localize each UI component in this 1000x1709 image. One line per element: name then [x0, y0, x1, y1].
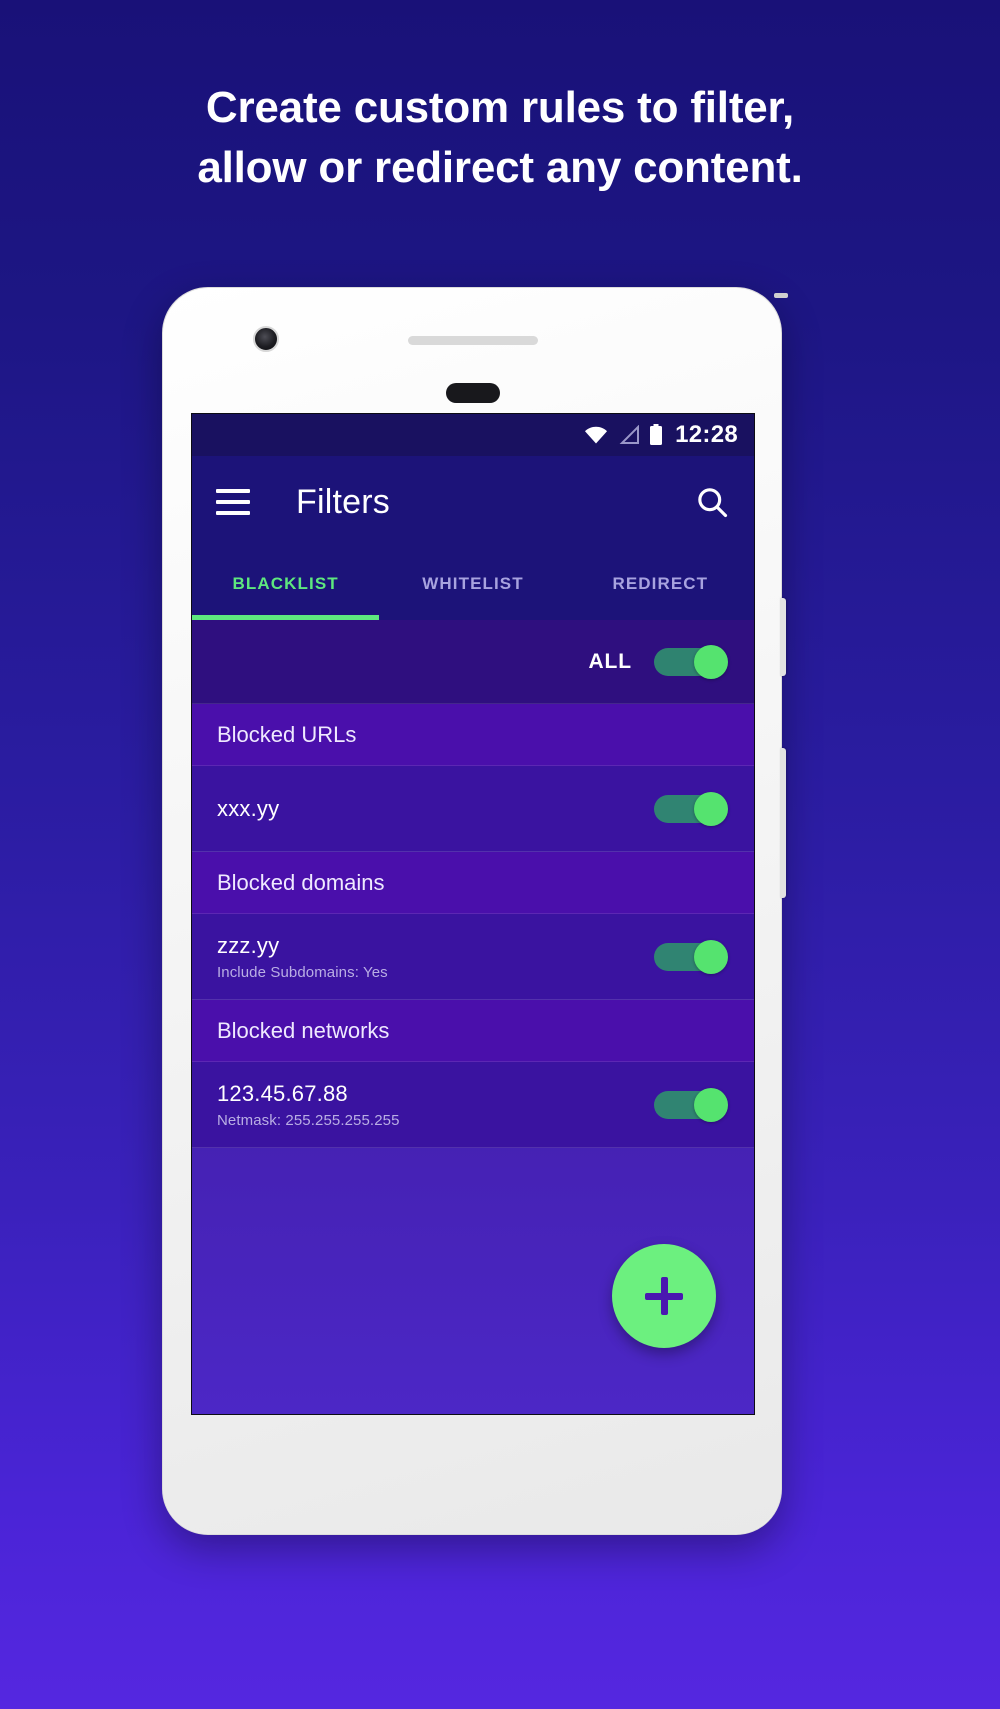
- section-header-blocked-domains: Blocked domains: [192, 852, 754, 914]
- toggle-thumb: [694, 791, 728, 826]
- plus-icon-bar: [645, 1292, 683, 1300]
- list-item-toggle[interactable]: [654, 1087, 728, 1122]
- battery-icon: [650, 424, 663, 445]
- list-item-toggle[interactable]: [654, 939, 728, 974]
- all-filters-row[interactable]: ALL: [192, 620, 754, 704]
- tab-whitelist[interactable]: WHITELIST: [379, 548, 566, 620]
- status-bar-time: 12:28: [675, 421, 738, 448]
- tab-blacklist[interactable]: BLACKLIST: [192, 548, 379, 620]
- list-item-title: xxx.yy: [217, 795, 280, 821]
- toggle-thumb: [694, 1087, 728, 1122]
- list-item[interactable]: 123.45.67.88 Netmask: 255.255.255.255: [192, 1062, 754, 1148]
- add-filter-fab[interactable]: [612, 1244, 716, 1348]
- list-item-title: 123.45.67.88: [217, 1080, 348, 1106]
- tab-bar: BLACKLIST WHITELIST REDIRECT: [192, 548, 754, 620]
- list-item-subtitle: Include Subdomains: Yes: [217, 963, 388, 981]
- earpiece-speaker-icon: [408, 336, 538, 345]
- app-bar: Filters: [192, 456, 754, 548]
- list-item-text: 123.45.67.88 Netmask: 255.255.255.255: [217, 1081, 654, 1129]
- list-item-toggle[interactable]: [654, 791, 728, 826]
- front-camera-icon: [253, 326, 279, 352]
- phone-bottom-chin: [163, 1413, 781, 1534]
- page-title: Filters: [296, 482, 390, 521]
- list-item[interactable]: zzz.yy Include Subdomains: Yes: [192, 914, 754, 1000]
- list-item-text: zzz.yy Include Subdomains: Yes: [217, 933, 654, 981]
- all-toggle[interactable]: [654, 644, 728, 679]
- list-item-text: xxx.yy: [217, 796, 654, 822]
- tab-redirect[interactable]: REDIRECT: [567, 548, 754, 620]
- promo-headline: Create custom rules to filter, allow or …: [0, 78, 1000, 198]
- section-header-blocked-networks: Blocked networks: [192, 1000, 754, 1062]
- list-item-subtitle: Netmask: 255.255.255.255: [217, 1111, 400, 1129]
- status-bar: 12:28: [192, 414, 754, 456]
- signal-icon: [619, 425, 640, 444]
- toggle-thumb: [694, 939, 728, 974]
- headline-line-1: Create custom rules to filter,: [205, 83, 795, 132]
- list-item-title: zzz.yy: [217, 932, 280, 958]
- list-item[interactable]: xxx.yy: [192, 766, 754, 852]
- headline-line-2: allow or redirect any content.: [197, 143, 803, 192]
- wifi-icon: [585, 426, 608, 444]
- phone-screen: 12:28 Filters BLACKLIST WHITELIST REDIRE…: [191, 413, 755, 1415]
- all-label: ALL: [588, 649, 632, 673]
- top-sensor-icon: [774, 293, 788, 298]
- search-icon[interactable]: [694, 484, 730, 520]
- proximity-sensor-icon: [446, 383, 500, 403]
- hamburger-menu-icon[interactable]: [216, 489, 250, 515]
- power-button[interactable]: [780, 598, 786, 676]
- phone-mockup: 12:28 Filters BLACKLIST WHITELIST REDIRE…: [162, 287, 788, 1535]
- volume-button[interactable]: [780, 748, 786, 898]
- filter-list: ALL Blocked URLs xxx.yy Blocked domains: [192, 620, 754, 1414]
- toggle-thumb: [694, 644, 728, 679]
- section-header-blocked-urls: Blocked URLs: [192, 704, 754, 766]
